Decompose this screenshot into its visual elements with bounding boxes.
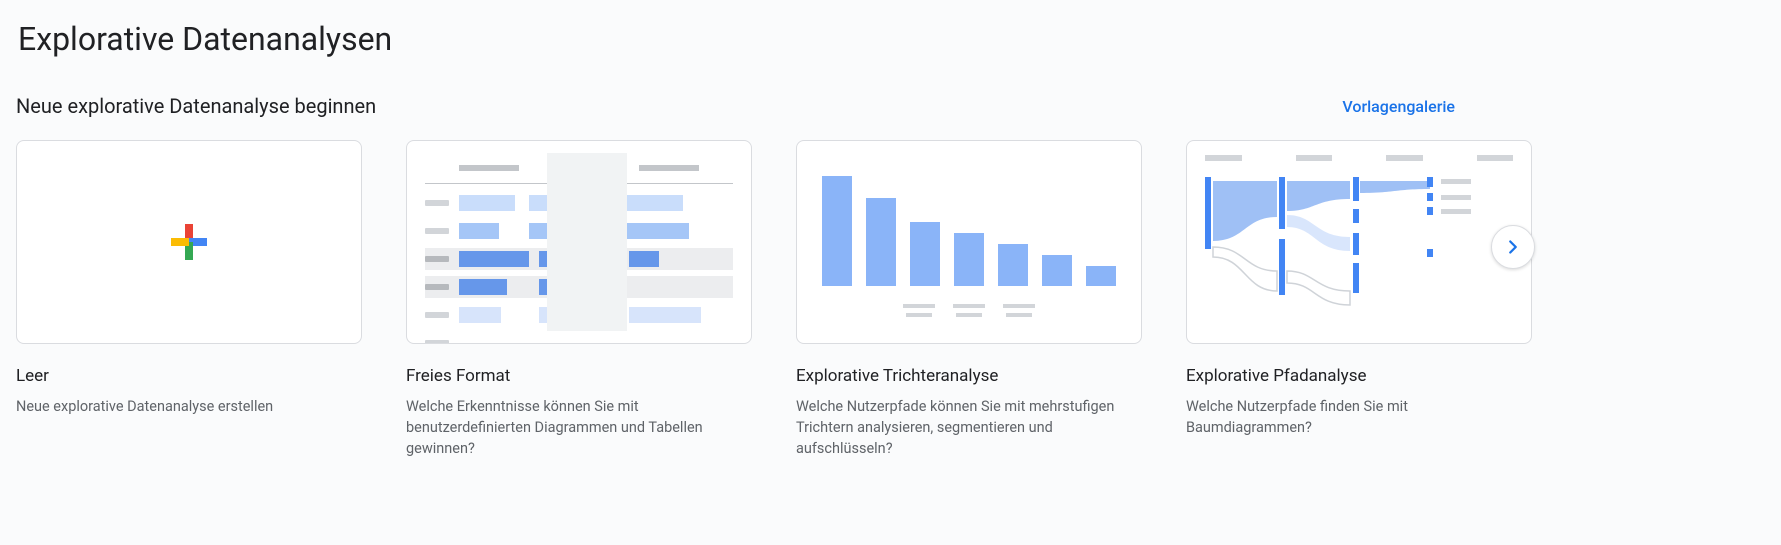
chevron-right-icon	[1502, 236, 1524, 258]
template-description: Welche Erkenntnisse können Sie mit benut…	[406, 396, 752, 459]
page-title: Explorative Datenanalysen	[18, 20, 1765, 58]
subheader-row: Neue explorative Datenanalyse beginnen V…	[16, 94, 1765, 118]
template-description: Welche Nutzerpfade können Sie mit mehrst…	[796, 396, 1142, 459]
carousel-next-button[interactable]	[1491, 225, 1535, 269]
template-preview-blank	[16, 140, 362, 344]
template-card-blank[interactable]: Leer Neue explorative Datenanalyse erste…	[16, 140, 362, 459]
template-preview-funnel	[796, 140, 1142, 344]
template-title: Freies Format	[406, 366, 752, 386]
template-title: Explorative Trichteranalyse	[796, 366, 1142, 386]
plus-icon	[171, 224, 207, 260]
template-cards-row: Leer Neue explorative Datenanalyse erste…	[16, 140, 1765, 459]
template-title: Leer	[16, 366, 362, 386]
template-title: Explorative Pfadanalyse	[1186, 366, 1532, 386]
template-carousel: Leer Neue explorative Datenanalyse erste…	[16, 140, 1765, 459]
template-description: Neue explorative Datenanalyse erstellen	[16, 396, 362, 417]
template-card-path[interactable]: Explorative Pfadanalyse Welche Nutzerpfa…	[1186, 140, 1532, 459]
template-description: Welche Nutzerpfade finden Sie mit Baumdi…	[1186, 396, 1532, 438]
template-preview-freeform	[406, 140, 752, 344]
template-card-freeform[interactable]: Freies Format Welche Erkenntnisse können…	[406, 140, 752, 459]
template-card-funnel[interactable]: Explorative Trichteranalyse Welche Nutze…	[796, 140, 1142, 459]
new-exploration-heading: Neue explorative Datenanalyse beginnen	[16, 94, 376, 118]
template-gallery-link[interactable]: Vorlagengalerie	[1342, 97, 1455, 116]
template-preview-path	[1186, 140, 1532, 344]
